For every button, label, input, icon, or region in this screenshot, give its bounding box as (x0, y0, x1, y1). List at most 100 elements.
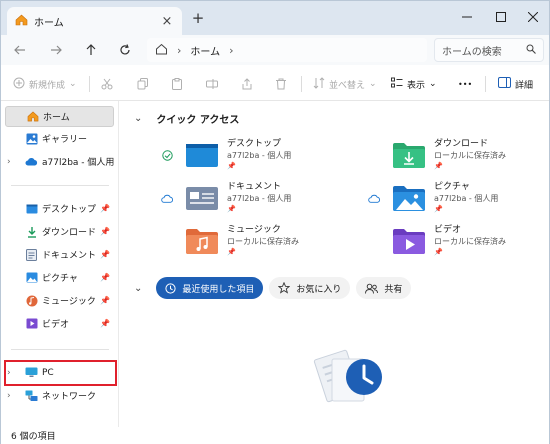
close-tab-icon[interactable]: × (160, 14, 174, 29)
address-bar[interactable]: › ホーム › (147, 38, 427, 62)
sidebar-item-label: ビデオ (42, 320, 70, 330)
pin-icon: 📌 (100, 273, 110, 282)
tab-recent-label: 最近使用した項目 (182, 284, 255, 295)
quick-access-item[interactable]: ピクチャ a77l2ba - 個人用 📌 (367, 179, 550, 217)
sidebar-item-videos[interactable]: ビデオ 📌 (5, 313, 114, 334)
separator (11, 349, 109, 350)
cut-icon[interactable] (101, 75, 113, 93)
network-icon (25, 389, 38, 402)
item-location: ローカルに保存済み (434, 150, 506, 160)
refresh-icon[interactable] (116, 41, 134, 59)
downloads-folder-icon (393, 143, 425, 168)
cloud-icon (25, 155, 38, 168)
new-button-label: 新規作成 (29, 80, 66, 91)
new-tab-button[interactable]: + (191, 11, 205, 26)
plus-circle-icon (13, 77, 25, 92)
title-bar: ホーム × + (1, 1, 549, 35)
music-icon (25, 294, 38, 307)
sort-label: 並べ替え (329, 80, 366, 91)
pin-icon: 📌 (100, 319, 110, 328)
recent-files-illustration (313, 349, 382, 403)
maximize-icon[interactable] (491, 9, 511, 25)
main-content: ⌄ クイック アクセス デスクトップ a77l2ba - 個人用 📌 ダウンロー… (120, 101, 549, 427)
tab-home[interactable]: ホーム × (7, 7, 182, 35)
chevron-right-icon[interactable]: › (177, 44, 181, 57)
tab-favorites[interactable]: お気に入り (269, 277, 351, 299)
share-icon[interactable] (241, 75, 253, 93)
forward-arrow-icon[interactable] (47, 41, 65, 59)
details-button[interactable]: 詳細 (498, 75, 533, 93)
synced-check-icon (160, 149, 174, 161)
paste-icon[interactable] (171, 75, 183, 93)
quick-access-item[interactable]: ミュージック ローカルに保存済み 📌 (160, 222, 360, 260)
sidebar-item-gallery[interactable]: ギャラリー (5, 128, 114, 149)
sidebar-item-label: ネットワーク (42, 392, 97, 402)
star-icon (278, 282, 291, 294)
copy-icon[interactable] (137, 75, 149, 93)
item-name: ミュージック (227, 224, 281, 235)
more-options-icon[interactable]: ••• (458, 75, 472, 93)
sidebar-item-desktop[interactable]: デスクトップ 📌 (5, 198, 114, 219)
quick-access-item[interactable]: デスクトップ a77l2ba - 個人用 📌 (160, 136, 360, 174)
chevron-down-icon[interactable]: ⌄ (134, 113, 142, 124)
search-box[interactable]: ホームの検索 (434, 38, 544, 62)
item-count: 6 個の項目 (11, 432, 56, 442)
close-window-icon[interactable] (523, 9, 543, 25)
sidebar-item-home[interactable]: ホーム (5, 106, 114, 127)
item-name: ビデオ (434, 224, 462, 235)
separator (485, 76, 486, 92)
new-button[interactable]: 新規作成 ⌄ (13, 75, 77, 93)
item-location: a77l2ba - 個人用 (434, 193, 499, 203)
sidebar-item-label: ダウンロード (42, 228, 97, 238)
back-arrow-icon[interactable] (11, 41, 29, 59)
rename-icon[interactable] (206, 75, 218, 93)
pictures-folder-icon (393, 186, 425, 211)
item-name: ピクチャ (434, 181, 470, 192)
sidebar-item-label: ドキュメント (42, 251, 97, 261)
sidebar-item-onedrive[interactable]: a77l2ba - 個人用 (5, 151, 114, 172)
chevron-down-icon: ⌄ (69, 79, 77, 89)
view-button[interactable]: 表示 ⌄ (391, 75, 437, 93)
search-input[interactable]: ホームの検索 (442, 43, 526, 58)
quick-access-item[interactable]: ダウンロード ローカルに保存済み 📌 (367, 136, 550, 174)
document-icon (25, 248, 38, 261)
home-outline-icon (155, 43, 168, 58)
view-label: 表示 (407, 80, 426, 91)
breadcrumb-home[interactable]: ホーム (190, 43, 220, 58)
delete-icon[interactable] (275, 75, 287, 93)
search-icon (526, 44, 536, 57)
sidebar-item-pictures[interactable]: ピクチャ 📌 (5, 267, 114, 288)
cloud-outline-icon (160, 194, 174, 203)
item-name: ダウンロード (434, 138, 489, 149)
quick-access-item[interactable]: ビデオ ローカルに保存済み 📌 (367, 222, 550, 260)
sort-button[interactable]: 並べ替え ⌄ (313, 75, 377, 93)
pin-icon: 📌 (227, 204, 236, 213)
chevron-down-icon: ⌄ (429, 79, 437, 89)
sidebar-item-downloads[interactable]: ダウンロード 📌 (5, 221, 114, 242)
tab-shared[interactable]: 共有 (356, 277, 412, 299)
desktop-folder-icon (186, 144, 218, 167)
chevron-right-icon[interactable]: › (229, 44, 233, 57)
sidebar-item-label: a77l2ba - 個人用 (42, 158, 114, 168)
quick-access-item[interactable]: ドキュメント a77l2ba - 個人用 📌 (160, 179, 360, 217)
clock-icon (165, 282, 176, 294)
sidebar-item-label: ギャラリー (42, 135, 88, 145)
separator (11, 185, 109, 186)
separator (301, 76, 302, 92)
gallery-icon (25, 132, 38, 145)
up-arrow-icon[interactable] (82, 41, 100, 59)
minimize-icon[interactable] (457, 9, 477, 25)
videos-folder-icon (393, 229, 425, 254)
sidebar-item-music[interactable]: ミュージック 📌 (5, 290, 114, 311)
sidebar-item-label: デスクトップ (42, 205, 97, 215)
chevron-down-icon[interactable]: ⌄ (134, 283, 142, 294)
navigation-bar: › ホーム › ホームの検索 (1, 35, 549, 65)
tab-recent[interactable]: 最近使用した項目 (156, 277, 264, 299)
quick-access-header[interactable]: ⌄ クイック アクセス (134, 111, 239, 126)
sidebar-item-network[interactable]: ネットワーク (5, 385, 114, 406)
view-list-icon (391, 77, 403, 92)
pc-highlight-box (4, 360, 117, 386)
item-name: ドキュメント (227, 181, 282, 192)
sidebar-item-documents[interactable]: ドキュメント 📌 (5, 244, 114, 265)
tab-favorites-label: お気に入り (296, 284, 342, 295)
